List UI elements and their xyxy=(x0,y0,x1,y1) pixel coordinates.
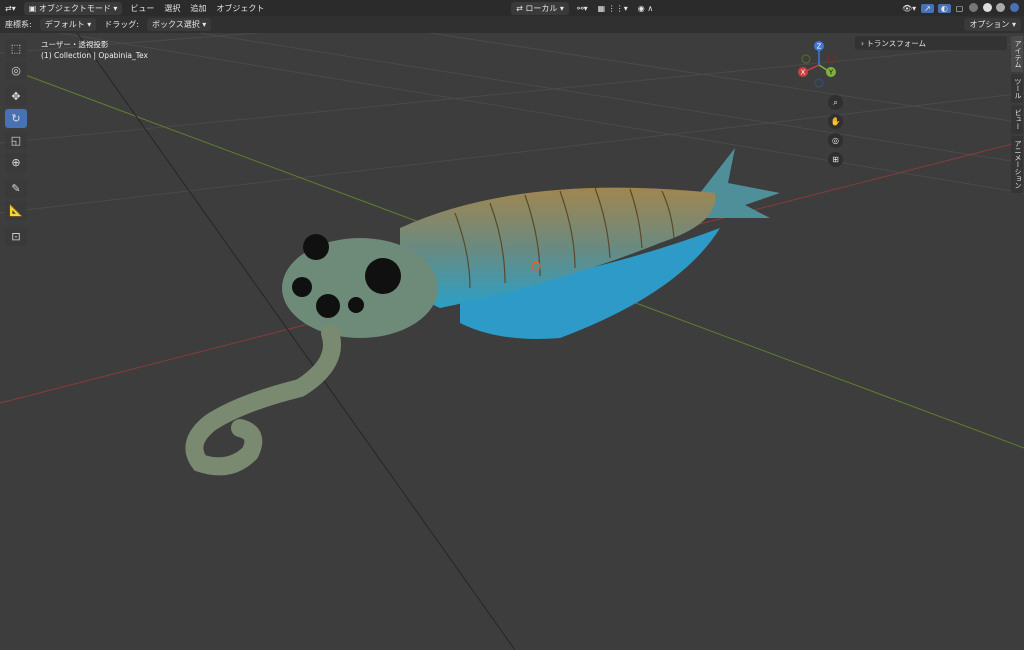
add-cube-icon[interactable]: ⊡ xyxy=(5,227,27,246)
grid-icon[interactable]: ⊞ xyxy=(828,152,843,167)
sidebar-tabs: アイテム ツール ビュー アニメーション xyxy=(1011,36,1024,195)
transform-icon[interactable]: ⊕ xyxy=(5,153,27,172)
snap-icon[interactable]: ▦ ⋮⋮▾ xyxy=(593,4,633,13)
material-shading-icon[interactable] xyxy=(996,2,1006,12)
tab-view[interactable]: ビュー xyxy=(1011,105,1023,134)
opabinia-model[interactable] xyxy=(185,148,780,476)
orientation-label: ローカル xyxy=(525,3,558,13)
proportional-icon[interactable]: ◉ ∧ xyxy=(633,4,658,13)
solid-shading-icon[interactable] xyxy=(982,2,992,12)
menu-select[interactable]: 選択 xyxy=(159,3,185,14)
rotate-icon[interactable]: ↻ xyxy=(5,109,27,128)
eye-stalk-1 xyxy=(303,234,329,260)
navigation-gizmo[interactable]: Z Y X xyxy=(795,38,843,90)
rendered-shading-icon[interactable] xyxy=(1010,2,1019,12)
object-mode-icon: ▣ xyxy=(28,3,37,13)
editor-type-icon[interactable]: ⇄▾ xyxy=(0,4,21,13)
measure-icon[interactable]: 📐 xyxy=(5,201,27,220)
options-label: オプション xyxy=(969,20,1010,29)
transform-panel-label: トランスフォーム xyxy=(866,38,927,48)
camera-guide-line xyxy=(76,33,516,650)
viewport-scene xyxy=(0,33,1024,650)
y-axis-label: Y xyxy=(828,69,834,77)
scale-icon[interactable]: ◱ xyxy=(5,131,27,150)
tab-tool[interactable]: ツール xyxy=(1011,74,1023,103)
menu-object[interactable]: オブジェクト xyxy=(211,3,269,14)
hand-icon[interactable]: ✋ xyxy=(828,114,843,129)
coord-value: デフォルト xyxy=(44,20,85,29)
tool-settings-bar: 座標系: デフォルト ▾ ドラッグ: ボックス選択 ▾ オプション ▾ xyxy=(0,16,1024,33)
camera-icon[interactable]: ◎ xyxy=(828,133,843,148)
visibility-icon[interactable]: 👁▾ xyxy=(897,4,921,13)
tool-shelf: ⬚ ◎ ✥ ↻ ◱ ⊕ ✎ 📐 ⊡ xyxy=(5,39,29,249)
coord-dropdown[interactable]: デフォルト ▾ xyxy=(39,18,97,31)
x-axis-label: X xyxy=(801,69,806,77)
menu-add[interactable]: 追加 xyxy=(185,3,211,14)
shading-modes[interactable] xyxy=(968,2,1024,14)
drag-label: ドラッグ: xyxy=(104,20,139,29)
mode-label: オブジェクトモード xyxy=(38,3,111,13)
cursor-icon[interactable]: ◎ xyxy=(5,61,27,80)
wireframe-shading-icon[interactable] xyxy=(969,2,979,12)
mode-selector[interactable]: ▣ オブジェクトモード ▾ xyxy=(23,1,123,15)
annotate-icon[interactable]: ✎ xyxy=(5,179,27,198)
select-box-icon[interactable]: ⬚ xyxy=(5,39,27,58)
orientation-dropdown[interactable]: ⇄ ローカル ▾ xyxy=(511,1,569,15)
gizmo-toggle-icon[interactable]: ↗ xyxy=(921,3,934,13)
coord-label: 座標系: xyxy=(5,20,32,29)
collection-info: (1) Collection | Opabinia_Tex xyxy=(41,51,148,60)
tab-animation[interactable]: アニメーション xyxy=(1011,136,1023,193)
menu-view[interactable]: ビュー xyxy=(125,3,159,14)
3d-viewport[interactable]: ユーザー・透視投影 (1) Collection | Opabinia_Tex … xyxy=(0,33,1024,650)
link-icon[interactable]: ⚯▾ xyxy=(572,4,593,13)
options-dropdown[interactable]: オプション ▾ xyxy=(964,18,1021,31)
view-name: ユーザー・透視投影 xyxy=(41,40,109,49)
drag-dropdown[interactable]: ボックス選択 ▾ xyxy=(146,18,212,31)
tab-item[interactable]: アイテム xyxy=(1011,36,1023,72)
viewport-header: ⇄▾ ▣ オブジェクトモード ▾ ビュー 選択 追加 オブジェクト ⇄ ローカル… xyxy=(0,0,1024,16)
xray-icon[interactable]: ▢ xyxy=(951,4,969,13)
z-axis-label: Z xyxy=(817,43,822,51)
drag-value: ボックス選択 xyxy=(151,20,200,29)
move-icon[interactable]: ✥ xyxy=(5,87,27,106)
transform-panel[interactable]: › トランスフォーム xyxy=(855,36,1007,50)
zoom-icon[interactable]: ⌕ xyxy=(828,95,843,110)
overlay-icon[interactable]: ◐ xyxy=(937,3,951,13)
